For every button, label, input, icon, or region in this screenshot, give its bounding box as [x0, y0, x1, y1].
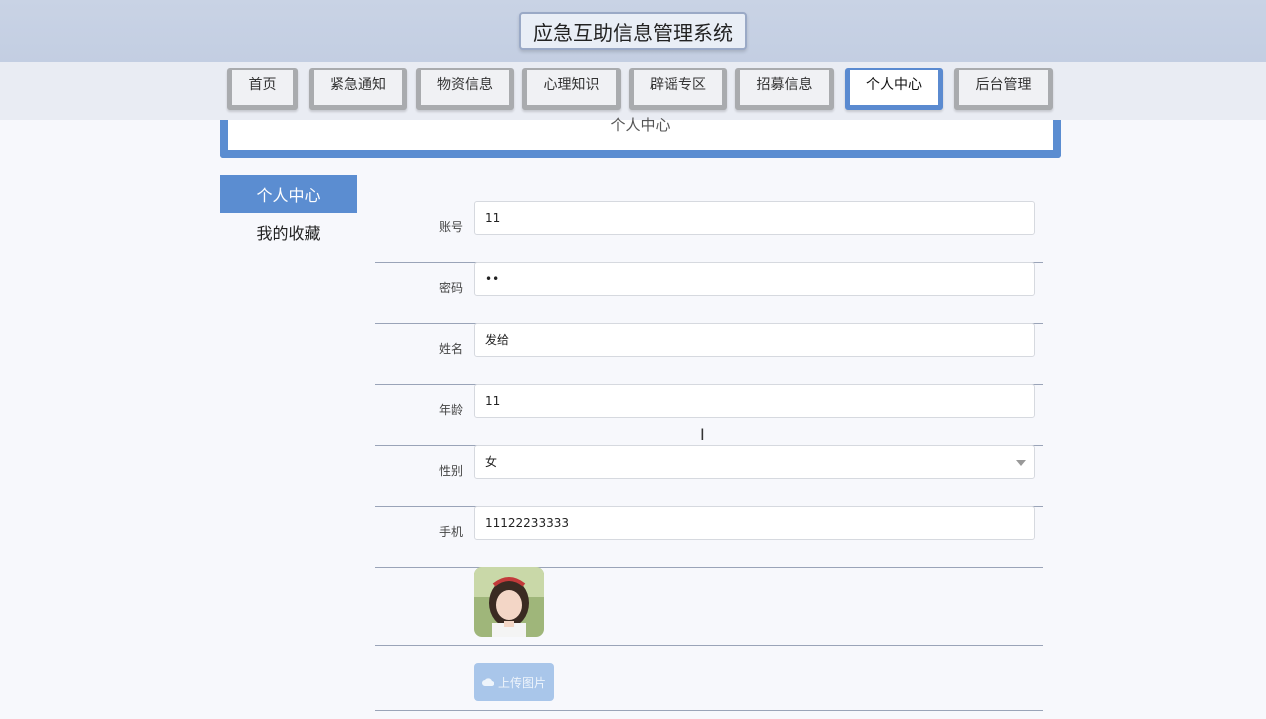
form-row-upload: 上传图片: [375, 663, 1043, 711]
header-bar: 应急互助信息管理系统: [0, 0, 1266, 63]
nav-supplies-info[interactable]: 物资信息: [416, 68, 514, 110]
upload-button-label: 上传图片: [497, 675, 546, 690]
avatar-image: [474, 567, 544, 637]
avatar: [474, 567, 544, 637]
form-row-gender: 性别 女: [375, 445, 1043, 507]
account-label: 账号: [438, 220, 463, 234]
nav-emergency-notice[interactable]: 紧急通知: [309, 68, 407, 110]
age-input[interactable]: 11: [474, 384, 1035, 418]
form-row-account: 账号 11: [375, 201, 1043, 263]
password-label: 密码: [438, 281, 463, 295]
form-row-phone: 手机 11122233333: [375, 506, 1043, 568]
name-input[interactable]: 发给: [474, 323, 1035, 357]
nav-psychology[interactable]: 心理知识: [522, 68, 621, 110]
sidebar-item-personal-center[interactable]: 个人中心: [220, 175, 357, 213]
form-row-avatar: [375, 567, 1043, 646]
account-input[interactable]: 11: [474, 201, 1035, 235]
gender-select[interactable]: 女: [474, 445, 1035, 479]
name-label: 姓名: [438, 342, 463, 356]
nav-home[interactable]: 首页: [227, 68, 298, 110]
text-cursor-icon: I: [700, 425, 705, 444]
gender-selected-value: 女: [485, 455, 498, 469]
password-input[interactable]: ••: [474, 262, 1035, 296]
nav-personal-center[interactable]: 个人中心: [845, 68, 943, 110]
upload-image-button[interactable]: 上传图片: [474, 663, 554, 701]
phone-input[interactable]: 11122233333: [474, 506, 1035, 540]
page-banner: 个人中心: [220, 118, 1061, 158]
gender-label: 性别: [438, 464, 463, 478]
age-label: 年龄: [438, 403, 463, 417]
nav-rumor-refutation[interactable]: 辟谣专区: [629, 68, 727, 110]
nav-admin[interactable]: 后台管理: [954, 68, 1053, 110]
chevron-down-icon: [1016, 460, 1026, 466]
app-title: 应急互助信息管理系统: [519, 12, 747, 50]
main-nav: 首页 紧急通知 物资信息 心理知识 辟谣专区 招募信息 个人中心 后台管理: [0, 62, 1266, 120]
form-row-password: 密码 ••: [375, 262, 1043, 324]
phone-label: 手机: [438, 525, 463, 539]
form-row-name: 姓名 发给: [375, 323, 1043, 385]
sidebar-item-my-favorites[interactable]: 我的收藏: [220, 214, 357, 250]
page-title: 个人中心: [610, 116, 671, 134]
cloud-upload-icon: [482, 678, 494, 687]
nav-recruitment[interactable]: 招募信息: [735, 68, 834, 110]
